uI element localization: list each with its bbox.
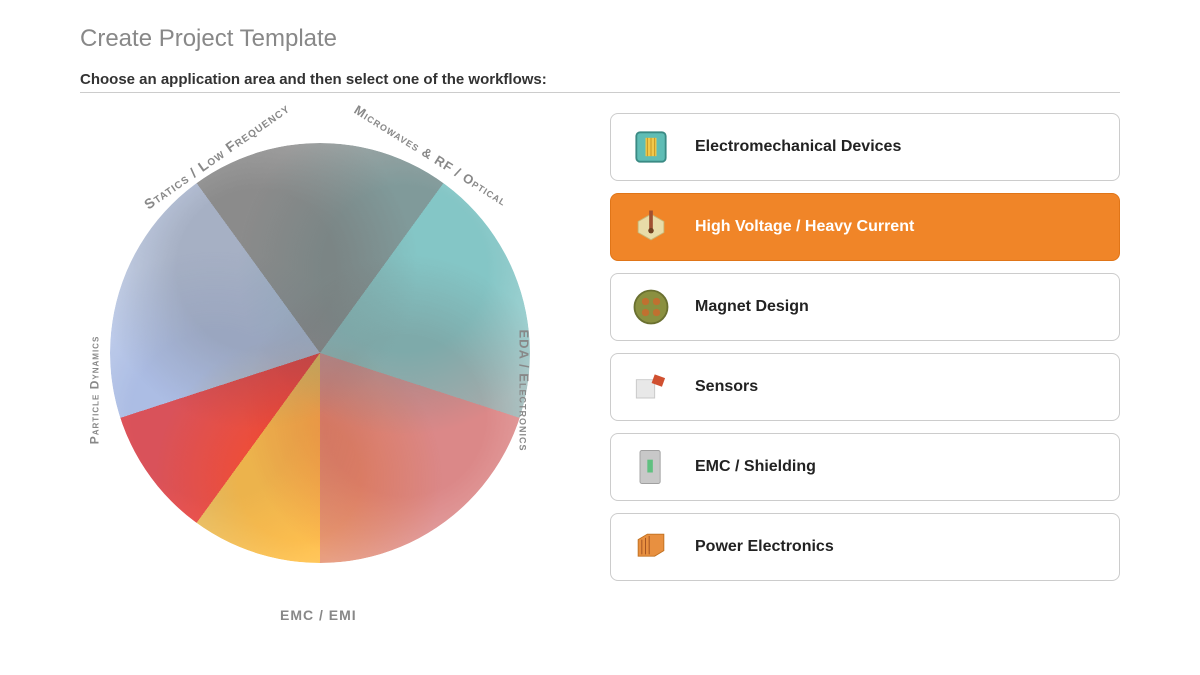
- wheel-label-eda: EDA / Electronics: [517, 330, 532, 452]
- magnet-icon: [627, 283, 675, 331]
- workflow-label: High Voltage / Heavy Current: [695, 218, 914, 236]
- shielding-icon: [627, 443, 675, 491]
- workflow-label: Power Electronics: [695, 538, 834, 556]
- workflow-label: Electromechanical Devices: [695, 138, 901, 156]
- workflow-label: Magnet Design: [695, 298, 809, 316]
- high-voltage-icon: [627, 203, 675, 251]
- workflow-item-sensors[interactable]: Sensors: [610, 353, 1120, 421]
- instruction-text: Choose an application area and then sele…: [80, 71, 1120, 93]
- device-icon: [627, 123, 675, 171]
- application-wheel[interactable]: Statics / Low Frequency Microwaves & RF …: [80, 113, 560, 633]
- workflow-item-power-electronics[interactable]: Power Electronics: [610, 513, 1120, 581]
- wheel-label-particle: Particle Dynamics: [87, 336, 101, 445]
- workflow-list: Electromechanical Devices High Voltage /…: [610, 113, 1120, 633]
- workflow-item-electromechanical[interactable]: Electromechanical Devices: [610, 113, 1120, 181]
- page-title: Create Project Template: [80, 25, 1120, 53]
- workflow-item-emc-shielding[interactable]: EMC / Shielding: [610, 433, 1120, 501]
- main-area: Statics / Low Frequency Microwaves & RF …: [80, 113, 1120, 633]
- power-electronics-icon: [627, 523, 675, 571]
- sensor-icon: [627, 363, 675, 411]
- wheel-graphic: [110, 143, 530, 563]
- wheel-label-emc: EMC / EMI: [280, 607, 357, 623]
- workflow-item-high-voltage[interactable]: High Voltage / Heavy Current: [610, 193, 1120, 261]
- workflow-item-magnet[interactable]: Magnet Design: [610, 273, 1120, 341]
- workflow-label: Sensors: [695, 378, 758, 396]
- workflow-label: EMC / Shielding: [695, 458, 816, 476]
